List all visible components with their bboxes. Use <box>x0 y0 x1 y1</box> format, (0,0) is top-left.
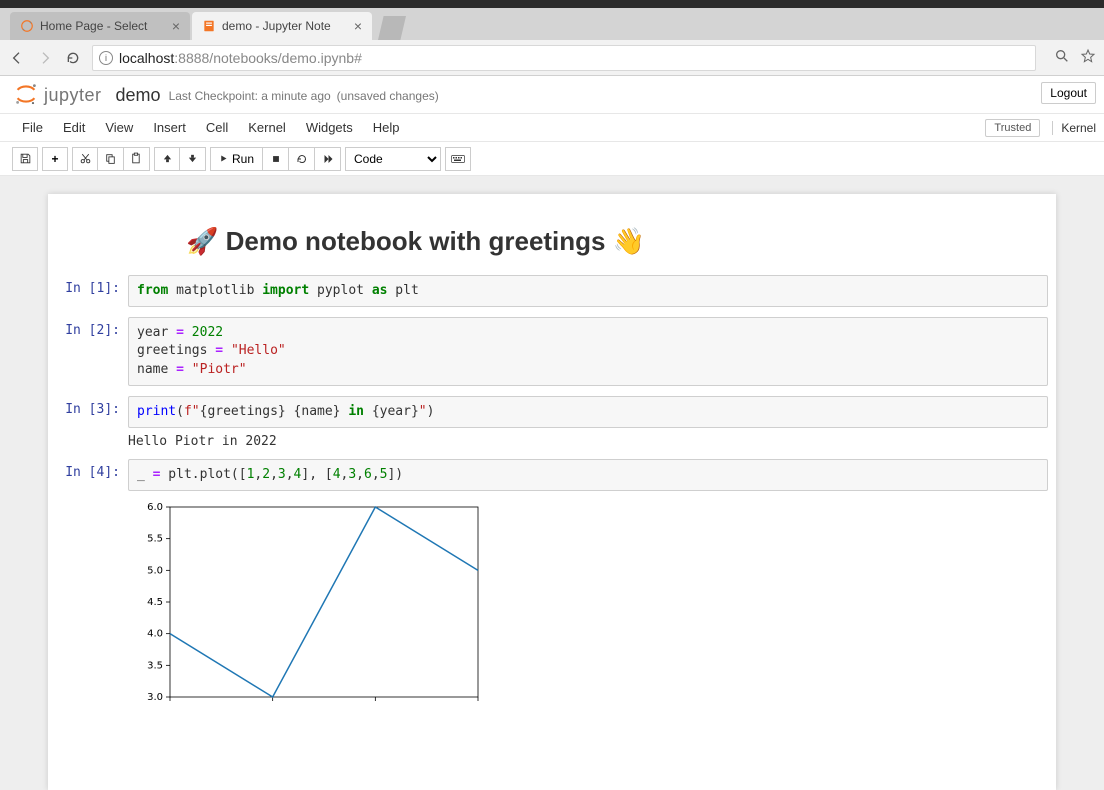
input-prompt: In [4]: <box>56 459 128 720</box>
code-input[interactable]: print(f"{greetings} {name} in {year}") <box>128 396 1048 428</box>
zoom-icon[interactable] <box>1054 48 1070 67</box>
browser-tab-home[interactable]: Home Page - Select × <box>10 12 190 40</box>
star-icon[interactable] <box>1080 48 1096 67</box>
output-text: Hello Piotr in 2022 <box>128 428 1048 449</box>
menu-widgets[interactable]: Widgets <box>296 116 363 139</box>
cell-3[interactable]: In [3]: print(f"{greetings} {name} in {y… <box>56 396 1048 449</box>
svg-text:6.0: 6.0 <box>147 502 163 513</box>
chart-output: 3.0 3.5 4.0 4.5 5.0 5.5 6.0 <box>128 497 1048 720</box>
cell-1[interactable]: In [1]: from matplotlib import pyplot as… <box>56 275 1048 307</box>
add-cell-button[interactable]: + <box>42 147 68 171</box>
svg-text:5.5: 5.5 <box>147 534 163 545</box>
cell-4[interactable]: In [4]: _ = plt.plot([1,2,3,4], [4,3,6,5… <box>56 459 1048 720</box>
menu-cell[interactable]: Cell <box>196 116 238 139</box>
tab-title: demo - Jupyter Note <box>222 19 348 33</box>
trusted-indicator[interactable]: Trusted <box>985 119 1040 137</box>
cell-2[interactable]: In [2]: year = 2022 greetings = "Hello" … <box>56 317 1048 386</box>
notebook-icon <box>202 19 216 33</box>
notebook: 🚀 Demo notebook with greetings 👋 In [1]:… <box>48 194 1056 790</box>
menu-file[interactable]: File <box>12 116 53 139</box>
tab-strip: Home Page - Select × demo - Jupyter Note… <box>0 8 1104 40</box>
code-input[interactable]: year = 2022 greetings = "Hello" name = "… <box>128 317 1048 386</box>
menubar: File Edit View Insert Cell Kernel Widget… <box>0 114 1104 142</box>
menu-kernel[interactable]: Kernel <box>238 116 296 139</box>
logout-button[interactable]: Logout <box>1041 82 1096 104</box>
copy-button[interactable] <box>98 147 124 171</box>
jupyter-logo[interactable]: jupyter <box>12 80 102 111</box>
jupyter-logo-text: jupyter <box>44 85 102 106</box>
interrupt-button[interactable] <box>263 147 289 171</box>
code-input[interactable]: from matplotlib import pyplot as plt <box>128 275 1048 307</box>
save-button[interactable] <box>12 147 38 171</box>
url-input[interactable]: i localhost:8888/notebooks/demo.ipynb# <box>92 45 1036 71</box>
move-up-button[interactable] <box>154 147 180 171</box>
jupyter-header: jupyter demo Last Checkpoint: a minute a… <box>0 76 1104 114</box>
play-icon <box>219 154 228 163</box>
svg-text:3.0: 3.0 <box>147 692 163 703</box>
close-icon[interactable]: × <box>172 19 180 33</box>
menu-edit[interactable]: Edit <box>53 116 95 139</box>
restart-run-all-button[interactable] <box>315 147 341 171</box>
kernel-name[interactable]: Kernel <box>1052 121 1096 135</box>
paste-button[interactable] <box>124 147 150 171</box>
jupyter-icon <box>20 19 34 33</box>
checkpoint-status: Last Checkpoint: a minute ago <box>169 89 331 103</box>
unsaved-status: (unsaved changes) <box>337 89 439 103</box>
info-icon[interactable]: i <box>99 51 113 65</box>
notebook-title-heading: 🚀 Demo notebook with greetings 👋 <box>186 226 1048 257</box>
svg-text:4.0: 4.0 <box>147 629 163 640</box>
tab-title: Home Page - Select <box>40 19 166 33</box>
restart-button[interactable] <box>289 147 315 171</box>
input-prompt: In [2]: <box>56 317 128 386</box>
input-prompt: In [1]: <box>56 275 128 307</box>
reload-button[interactable] <box>64 49 82 67</box>
input-prompt: In [3]: <box>56 396 128 449</box>
run-label: Run <box>232 152 254 166</box>
url-text: localhost:8888/notebooks/demo.ipynb# <box>119 50 362 66</box>
jupyter-logo-icon <box>12 80 40 111</box>
svg-text:5.0: 5.0 <box>147 565 163 576</box>
code-input[interactable]: _ = plt.plot([1,2,3,4], [4,3,6,5]) <box>128 459 1048 491</box>
address-bar: i localhost:8888/notebooks/demo.ipynb# <box>0 40 1104 76</box>
close-icon[interactable]: × <box>354 19 362 33</box>
cell-type-select[interactable]: Code <box>345 147 441 171</box>
browser-tab-demo[interactable]: demo - Jupyter Note × <box>192 12 372 40</box>
menu-view[interactable]: View <box>95 116 143 139</box>
svg-text:4.5: 4.5 <box>147 597 163 608</box>
run-button[interactable]: Run <box>210 147 263 171</box>
svg-text:3.5: 3.5 <box>147 660 163 671</box>
cut-button[interactable] <box>72 147 98 171</box>
new-tab-button[interactable] <box>378 16 406 40</box>
menu-help[interactable]: Help <box>363 116 410 139</box>
toolbar: + Run <box>0 142 1104 176</box>
forward-button[interactable] <box>36 49 54 67</box>
command-palette-button[interactable] <box>445 147 471 171</box>
move-down-button[interactable] <box>180 147 206 171</box>
notebook-name[interactable]: demo <box>116 85 161 106</box>
menu-insert[interactable]: Insert <box>143 116 196 139</box>
back-button[interactable] <box>8 49 26 67</box>
